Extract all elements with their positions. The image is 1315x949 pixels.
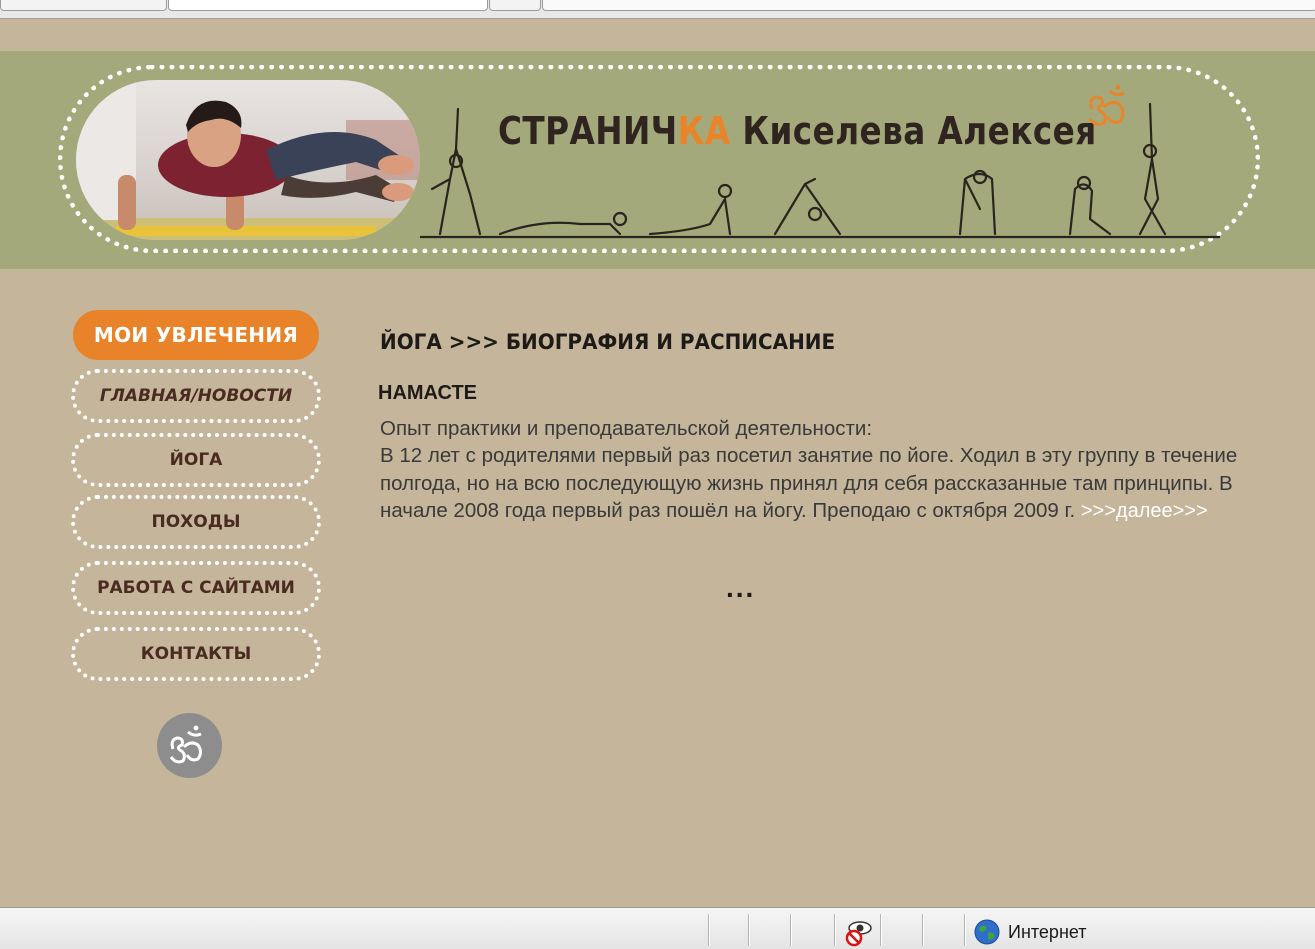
nav-item-hikes[interactable]: ПОХОДЫ (71, 495, 321, 549)
bio-text: Опыт практики и преподавательской деятел… (380, 415, 1250, 525)
browser-status-bar: Интернет (0, 907, 1315, 949)
om-symbol-icon (157, 713, 222, 778)
browser-tab[interactable] (0, 0, 167, 11)
status-separator (708, 914, 710, 946)
status-separator (748, 914, 750, 946)
status-separator (834, 914, 836, 946)
security-zone-label: Интернет (1008, 922, 1087, 942)
nav-item-home-news[interactable]: ГЛАВНАЯ/НОВОСТИ (71, 369, 321, 423)
status-separator (880, 914, 882, 946)
bio-paragraph-2: В 12 лет с родителями первый раз посетил… (380, 442, 1250, 525)
browser-tab-active[interactable] (168, 0, 488, 11)
ellipsis: ... (726, 572, 756, 603)
nav-item-yoga[interactable]: ЙОГА (71, 433, 321, 487)
section-heading: НАМАСТЕ (378, 382, 477, 404)
page-top-band (0, 19, 1315, 51)
nav-item-contacts[interactable]: КОНТАКТЫ (71, 627, 321, 681)
sidebar-active-section: МОИ УВЛЕЧЕНИЯ (73, 310, 319, 360)
yoga-photo (76, 80, 420, 240)
yoga-poses-illustration (420, 102, 1220, 239)
status-separator (964, 914, 966, 946)
site-header: СТРАНИЧКА Киселева Алексея (0, 51, 1315, 269)
browser-tab-strip (0, 0, 1315, 19)
page-title: ЙОГА >>> БИОГРАФИЯ И РАСПИСАНИЕ (380, 330, 836, 354)
browser-tab[interactable] (489, 0, 541, 11)
internet-zone-globe-icon (974, 919, 1000, 945)
privacy-report-icon[interactable] (843, 919, 873, 947)
browser-tab[interactable] (542, 0, 1315, 11)
status-separator (790, 914, 792, 946)
status-separator (922, 914, 924, 946)
nav-item-web-work[interactable]: РАБОТА С САЙТАМИ (71, 561, 321, 615)
read-more-link[interactable]: >>>далее>>> (1081, 500, 1208, 522)
bio-paragraph-1: Опыт практики и преподавательской деятел… (380, 417, 873, 440)
